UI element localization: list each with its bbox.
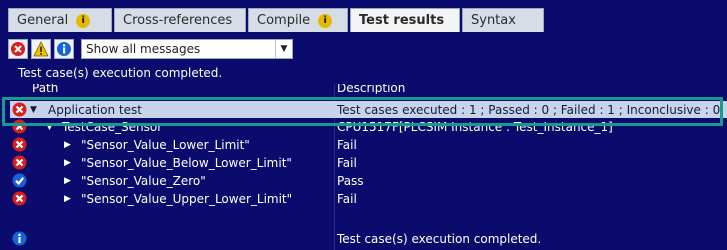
tab-general[interactable]: General i <box>8 8 112 32</box>
tab-syntax[interactable]: Syntax <box>462 8 544 32</box>
table-row[interactable]: ▶ "Sensor_Value_Below_Lower_Limit" Fail <box>10 154 727 171</box>
table-row[interactable]: ▶ "Sensor_Value_Upper_Lower_Limit" Fail <box>10 190 727 207</box>
info-icon <box>12 231 27 246</box>
row-description: Fail <box>337 155 357 170</box>
tab-syntax-label: Syntax <box>471 13 516 28</box>
expand-triangle-icon[interactable]: ▶ <box>64 140 71 150</box>
column-header-description[interactable]: Description <box>337 84 405 94</box>
error-icon <box>11 42 25 56</box>
pass-check-icon <box>12 173 27 188</box>
tab-cross-references-label: Cross-references <box>123 13 233 28</box>
tab-test-results-label: Test results <box>359 13 445 28</box>
info-icon: i <box>76 13 91 28</box>
row-path: "Sensor_Value_Lower_Limit" <box>81 137 250 152</box>
info-icon: i <box>318 13 333 28</box>
error-icon <box>12 137 27 152</box>
tab-general-label: General <box>17 13 69 28</box>
tab-cross-references[interactable]: Cross-references <box>114 8 246 32</box>
message-filter-value: Show all messages <box>86 42 201 56</box>
selection-highlight-box <box>2 97 723 126</box>
row-path: "Sensor_Value_Below_Lower_Limit" <box>81 155 292 170</box>
show-warnings-button[interactable] <box>31 39 51 59</box>
table-row[interactable]: Test case(s) execution completed. <box>10 230 727 247</box>
table-row[interactable]: ▶ "Sensor_Value_Lower_Limit" Fail <box>10 136 727 153</box>
error-icon <box>12 191 27 206</box>
expand-triangle-icon[interactable]: ▶ <box>64 194 71 204</box>
row-description: Pass <box>337 173 364 188</box>
tab-compile-label: Compile <box>257 13 311 28</box>
error-icon <box>12 155 27 170</box>
table-row[interactable]: ▶ "Sensor_Value_Zero" Pass <box>10 172 727 189</box>
row-description: Fail <box>337 137 357 152</box>
chevron-down-icon[interactable]: ▼ <box>275 40 292 58</box>
tab-bar: General i Cross-references Compile i Tes… <box>8 8 546 32</box>
status-text: Test case(s) execution completed. <box>18 66 223 80</box>
row-description: Fail <box>337 191 357 206</box>
warning-icon <box>33 41 49 57</box>
show-errors-button[interactable] <box>8 39 28 59</box>
info-icon <box>57 42 71 56</box>
message-filter-toolbar: Show all messages ▼ <box>8 38 293 60</box>
tab-compile[interactable]: Compile i <box>248 8 348 32</box>
column-header-path[interactable]: Path <box>32 84 58 94</box>
show-info-button[interactable] <box>54 39 74 59</box>
expand-triangle-icon[interactable]: ▶ <box>64 176 71 186</box>
tab-test-results[interactable]: Test results <box>350 8 460 32</box>
row-description: Test case(s) execution completed. <box>337 231 542 246</box>
test-results-window: { "tabs": [ {"label":"General","info":tr… <box>0 0 727 250</box>
table-header: Path Description <box>10 84 727 94</box>
expand-triangle-icon[interactable]: ▶ <box>64 158 71 168</box>
row-path: "Sensor_Value_Upper_Lower_Limit" <box>81 191 293 206</box>
message-filter-select[interactable]: Show all messages ▼ <box>81 39 293 59</box>
row-path: "Sensor_Value_Zero" <box>81 173 206 188</box>
